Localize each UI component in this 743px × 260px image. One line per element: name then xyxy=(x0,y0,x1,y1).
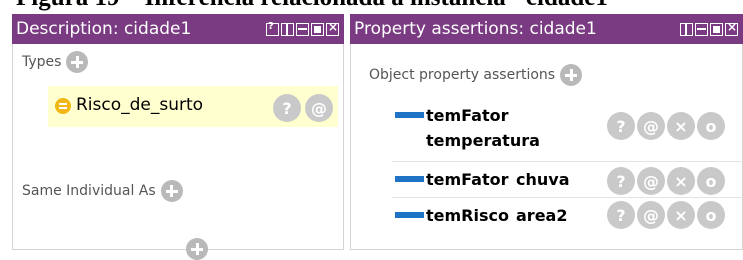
explain-button[interactable]: ? xyxy=(607,201,635,229)
minimize-icon[interactable] xyxy=(695,22,708,36)
explain-button[interactable]: ? xyxy=(607,112,635,140)
delete-button[interactable]: × xyxy=(667,112,695,140)
assertion-value: temperatura xyxy=(426,131,540,150)
description-panel-body xyxy=(12,44,344,250)
help-icon[interactable] xyxy=(266,21,279,36)
minimize-icon[interactable] xyxy=(296,22,309,36)
close-icon[interactable] xyxy=(326,20,339,36)
object-property-icon xyxy=(395,112,424,118)
delete-button[interactable]: × xyxy=(667,201,695,229)
assertion-value: area2 xyxy=(516,206,568,225)
type-explain-button[interactable]: ? xyxy=(273,94,301,122)
property-titlebar: Property assertions: cidade1 xyxy=(350,14,743,44)
assertion-property: temRisco xyxy=(426,206,509,225)
type-annotate-button[interactable]: @ xyxy=(305,94,333,122)
type-label: Risco_de_surto xyxy=(76,95,204,115)
annotate-button[interactable]: @ xyxy=(637,167,665,195)
close-icon[interactable] xyxy=(725,20,738,36)
types-section-header: Types xyxy=(22,51,89,73)
assertion-property: temFator xyxy=(426,170,509,189)
delete-button[interactable]: × xyxy=(667,167,695,195)
types-label: Types xyxy=(22,54,62,70)
figure-caption: Figura 19 – Inferência relacionada à ins… xyxy=(16,0,622,12)
window-controls xyxy=(680,20,738,36)
same-individual-label: Same Individual As xyxy=(22,183,156,199)
object-assertions-label: Object property assertions xyxy=(369,67,556,83)
annotate-button[interactable]: @ xyxy=(637,112,665,140)
property-panel-title: Property assertions: cidade1 xyxy=(354,19,597,39)
add-object-assertion-button[interactable] xyxy=(560,64,583,86)
object-property-icon xyxy=(395,176,424,182)
split-view-icon[interactable] xyxy=(281,22,294,36)
class-icon xyxy=(55,98,71,114)
assertion-value: chuva xyxy=(516,170,570,189)
edit-button[interactable]: o xyxy=(697,167,725,195)
split-view-icon[interactable] xyxy=(680,22,693,36)
explain-button[interactable]: ? xyxy=(607,167,635,195)
edit-button[interactable]: o xyxy=(697,201,725,229)
description-panel-title: Description: cidade1 xyxy=(16,19,192,39)
add-same-individual-button[interactable] xyxy=(160,180,183,202)
annotate-button[interactable]: @ xyxy=(637,201,665,229)
maximize-icon[interactable] xyxy=(311,22,324,36)
window-controls xyxy=(266,20,339,36)
assertion-property: temFator xyxy=(426,106,509,125)
description-panel: Description: cidade1 xyxy=(12,14,344,250)
object-property-icon xyxy=(395,212,424,218)
maximize-icon[interactable] xyxy=(710,22,723,36)
edit-button[interactable]: o xyxy=(697,112,725,140)
add-type-button[interactable] xyxy=(66,51,89,73)
add-different-individual-button[interactable] xyxy=(186,238,208,260)
object-assertions-section-header: Object property assertions xyxy=(369,64,583,86)
description-titlebar: Description: cidade1 xyxy=(12,14,344,44)
same-individual-section-header: Same Individual As xyxy=(22,180,183,202)
